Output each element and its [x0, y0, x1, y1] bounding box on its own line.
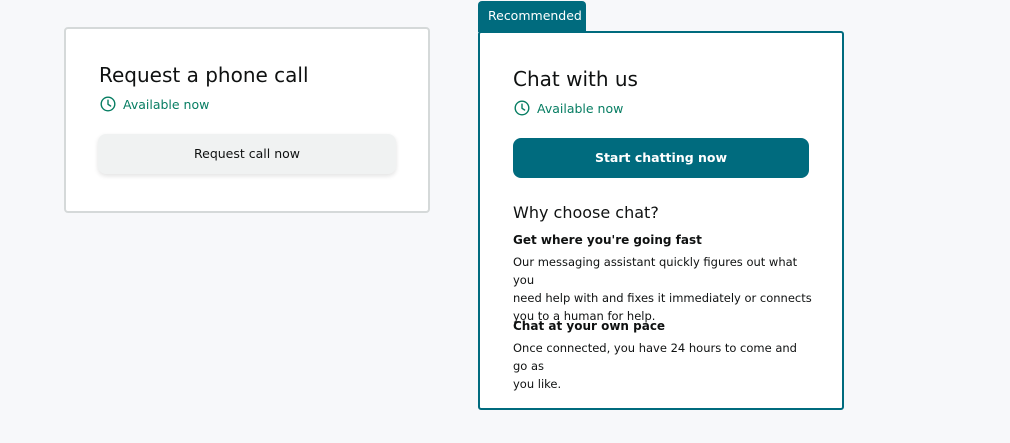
phone-call-availability: Available now: [100, 96, 209, 112]
chat-availability: Available now: [514, 100, 623, 116]
reason-text-line: you like.: [513, 377, 562, 391]
reason-text-line: need help with and fixes it immediately …: [513, 291, 812, 305]
request-call-button[interactable]: Request call now: [98, 134, 396, 174]
clock-icon: [514, 100, 537, 116]
why-choose-chat-heading: Why choose chat?: [513, 203, 659, 222]
reason-text-line: Our messaging assistant quickly figures …: [513, 255, 798, 287]
recommended-badge: Recommended: [478, 1, 586, 32]
chat-title: Chat with us: [513, 67, 638, 91]
start-chatting-button[interactable]: Start chatting now: [513, 138, 809, 178]
phone-call-card: [64, 27, 430, 213]
reason-text-fast: Our messaging assistant quickly figures …: [513, 253, 813, 325]
reason-title-pace: Chat at your own pace: [513, 319, 666, 333]
phone-call-title: Request a phone call: [99, 63, 309, 87]
clock-icon: [100, 96, 123, 112]
reason-title-fast: Get where you're going fast: [513, 233, 702, 247]
chat-availability-text: Available now: [537, 100, 624, 116]
phone-call-availability-text: Available now: [123, 96, 210, 112]
reason-text-pace: Once connected, you have 24 hours to com…: [513, 339, 813, 393]
reason-text-line: Once connected, you have 24 hours to com…: [513, 341, 797, 373]
